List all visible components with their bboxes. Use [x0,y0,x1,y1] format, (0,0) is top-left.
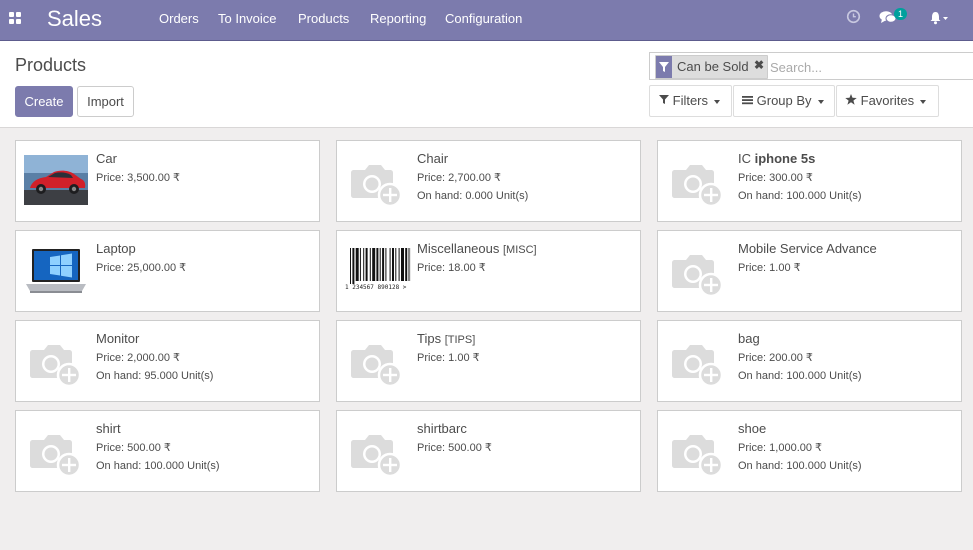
product-name: IC iphone 5s [738,151,816,166]
groupby-label: Group By [756,93,812,108]
product-price: Price: 25,000.00 ₹ [96,262,187,274]
product-name: Laptop [96,241,136,256]
product-on-hand: On hand: 100.000 Unit(s) [96,460,220,472]
breadcrumb: Products [15,55,87,75]
favorites-label: Favorites [860,93,915,108]
bell-icon[interactable] [929,11,949,28]
product-price: Price: 2,000.00 ₹ [96,352,181,364]
product-name: shoe [738,421,767,436]
product-card[interactable]: Tips [TIPS] Price: 1.00 ₹ [336,320,641,402]
camera-placeholder-icon [666,155,730,208]
app-brand: Sales [47,6,103,31]
product-price: Price: 3,500.00 ₹ [96,172,181,184]
camera-placeholder-icon [345,335,409,388]
filter-icon [656,56,672,78]
product-name: Monitor [96,331,140,346]
product-card[interactable]: Car Price: 3,500.00 ₹ [15,140,320,222]
camera-placeholder-icon [666,245,730,298]
product-on-hand: On hand: 100.000 Unit(s) [738,460,862,472]
product-name: Chair [417,151,449,166]
menu-orders[interactable]: Orders [159,11,199,26]
product-name: Car [96,151,117,166]
groupby-dropdown[interactable]: Group By [733,85,835,117]
search-input[interactable] [768,54,962,80]
facet-label: Can be Sold [677,59,749,74]
barcode-text: 1 234567 890128 > [345,284,407,291]
product-image-laptop [24,245,88,297]
camera-placeholder-icon [666,425,730,478]
product-price: Price: 200.00 ₹ [738,352,813,364]
filters-label: Filters [672,93,709,108]
product-card[interactable]: shirtbarc Price: 500.00 ₹ [336,410,641,492]
search-bar: Can be Sold ✖ [649,52,973,80]
menu-products[interactable]: Products [298,11,349,26]
camera-placeholder-icon [345,155,409,208]
product-card[interactable]: Monitor Price: 2,000.00 ₹ On hand: 95.00… [15,320,320,402]
control-panel: Products Create Import Can be Sold ✖ Fil… [0,41,973,128]
product-card[interactable]: Mobile Service Advance Price: 1.00 ₹ [657,230,962,312]
product-image-barcode: 1 234567 890128 > [345,245,419,297]
camera-placeholder-icon [24,425,88,478]
list-icon [742,93,753,108]
product-card[interactable]: Laptop Price: 25,000.00 ₹ [15,230,320,312]
product-name: Tips [TIPS] [417,331,476,346]
product-name: shirt [96,421,121,436]
product-price: Price: 300.00 ₹ [738,172,813,184]
messages-count-badge: 1 [894,8,908,20]
product-card[interactable]: IC iphone 5s Price: 300.00 ₹ On hand: 10… [657,140,962,222]
clock-icon[interactable] [846,9,861,27]
camera-placeholder-icon [24,335,88,388]
product-price: Price: 1,000.00 ₹ [738,442,823,454]
product-name: Miscellaneous [MISC] [417,241,537,256]
product-card[interactable]: 1 234567 890128 > Miscellaneous [MISC] P… [336,230,641,312]
camera-placeholder-icon [666,335,730,388]
close-icon[interactable]: ✖ [754,58,764,72]
favorites-dropdown[interactable]: Favorites [836,85,939,117]
product-price: Price: 1.00 ₹ [738,262,801,274]
product-on-hand: On hand: 100.000 Unit(s) [738,370,862,382]
search-facet[interactable]: Can be Sold ✖ [655,55,768,79]
product-card[interactable]: bag Price: 200.00 ₹ On hand: 100.000 Uni… [657,320,962,402]
product-name: bag [738,331,760,346]
filter-icon [659,93,669,108]
product-on-hand: On hand: 0.000 Unit(s) [417,190,529,202]
create-button[interactable]: Create [15,86,73,117]
product-name: shirtbarc [417,421,467,436]
menu-reporting[interactable]: Reporting [370,11,426,26]
import-button[interactable]: Import [77,86,134,117]
product-on-hand: On hand: 100.000 Unit(s) [738,190,862,202]
star-icon [845,93,857,108]
product-name: Mobile Service Advance [738,241,877,256]
menu-to-invoice[interactable]: To Invoice [218,11,277,26]
camera-placeholder-icon [345,425,409,478]
product-on-hand: On hand: 95.000 Unit(s) [96,370,214,382]
product-price: Price: 2,700.00 ₹ [417,172,502,184]
top-navbar: Sales Orders To Invoice Products Reporti… [0,0,973,41]
product-image-car [24,155,88,207]
product-card[interactable]: shirt Price: 500.00 ₹ On hand: 100.000 U… [15,410,320,492]
menu-configuration[interactable]: Configuration [445,11,522,26]
filters-dropdown[interactable]: Filters [649,85,732,117]
product-price: Price: 500.00 ₹ [96,442,171,454]
apps-icon[interactable] [9,12,22,25]
product-price: Price: 18.00 ₹ [417,262,486,274]
product-card[interactable]: shoe Price: 1,000.00 ₹ On hand: 100.000 … [657,410,962,492]
product-price: Price: 500.00 ₹ [417,442,492,454]
product-price: Price: 1.00 ₹ [417,352,480,364]
product-card[interactable]: Chair Price: 2,700.00 ₹ On hand: 0.000 U… [336,140,641,222]
